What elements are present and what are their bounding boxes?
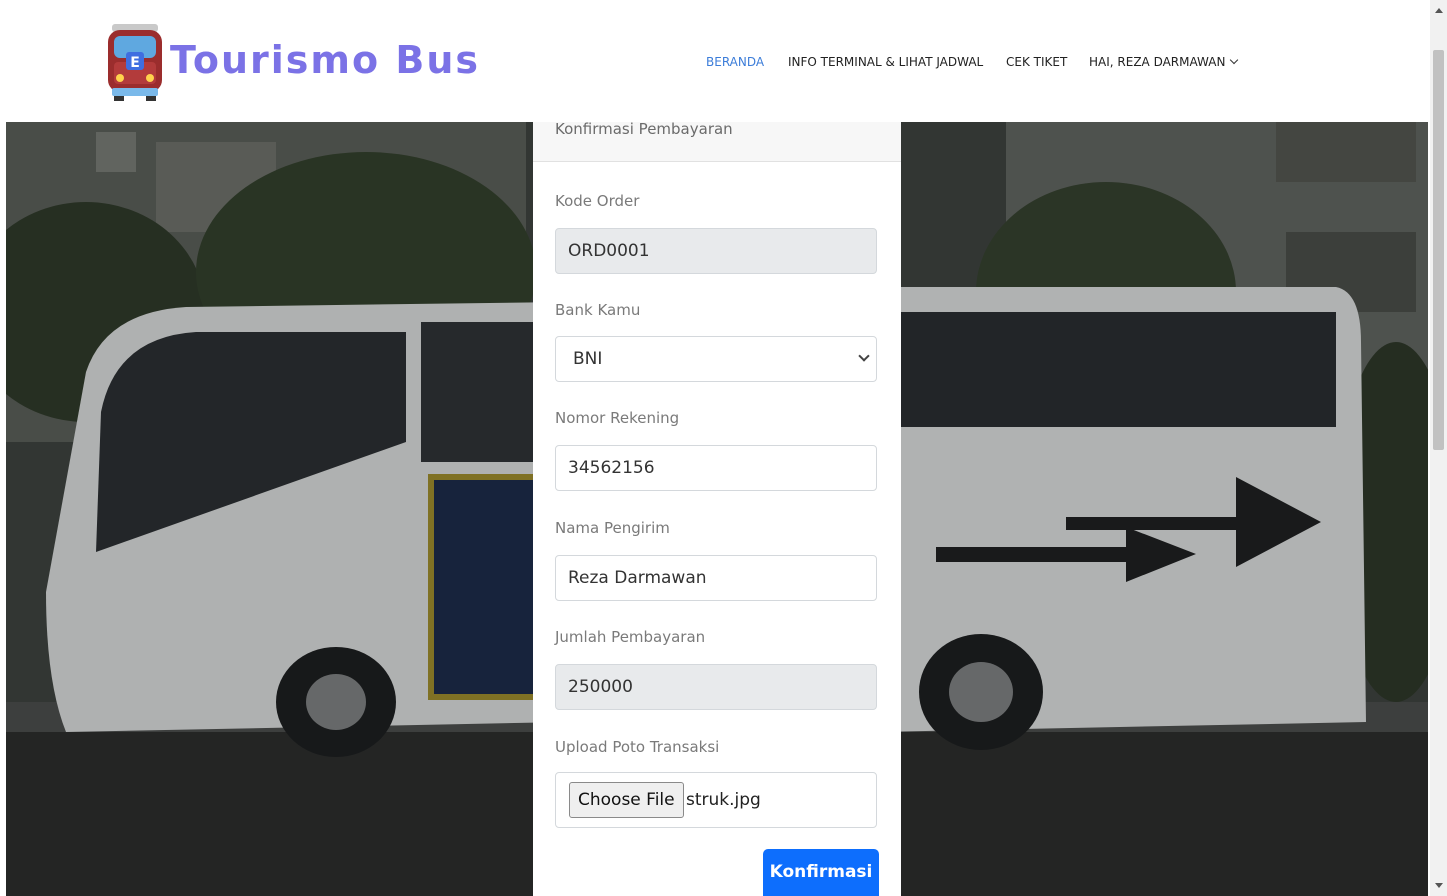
pengirim-input[interactable]: Reza Darmawan — [555, 555, 877, 601]
label-rekening: Nomor Rekening — [555, 409, 680, 427]
label-pengirim: Nama Pengirim — [555, 519, 670, 537]
bus-logo-icon[interactable]: E — [106, 22, 164, 102]
nav-item-cek-tiket[interactable]: CEK TIKET — [1006, 55, 1067, 69]
chevron-down-icon — [1230, 55, 1239, 65]
card-title: Konfirmasi Pembayaran — [555, 120, 733, 138]
chevron-down-icon — [858, 350, 870, 362]
choose-file-button[interactable]: Choose File — [569, 782, 684, 818]
bank-select[interactable]: BNI — [555, 336, 877, 382]
label-kode-order: Kode Order — [555, 192, 640, 210]
scrollbar-thumb[interactable] — [1433, 50, 1444, 450]
konfirmasi-button[interactable]: Konfirmasi — [763, 849, 879, 896]
bank-select-value: BNI — [573, 349, 603, 369]
selected-file-name: struk.jpg — [686, 790, 761, 810]
kode-order-field: ORD0001 — [555, 228, 877, 274]
site-header: E Tourismo Bus BERANDA INFO TERMINAL & L… — [0, 0, 1430, 122]
nav-item-user-menu[interactable]: HAI, REZA DARMAWAN — [1089, 55, 1239, 69]
label-bank: Bank Kamu — [555, 301, 641, 319]
label-upload: Upload Poto Transaksi — [555, 738, 720, 756]
label-jumlah: Jumlah Pembayaran — [555, 628, 706, 646]
nav-item-beranda[interactable]: BERANDA — [706, 55, 764, 69]
page-scrollbar[interactable] — [1430, 0, 1447, 896]
scroll-down-icon[interactable] — [1435, 883, 1443, 888]
card-header: Konfirmasi Pembayaran — [533, 120, 901, 162]
jumlah-field: 250000 — [555, 664, 877, 710]
svg-text:E: E — [130, 55, 140, 71]
rekening-input[interactable]: 34562156 — [555, 445, 877, 491]
scroll-up-icon[interactable] — [1435, 8, 1443, 13]
payment-confirmation-card: Konfirmasi Pembayaran Kode Order ORD0001… — [533, 120, 901, 896]
nav-item-info-terminal[interactable]: INFO TERMINAL & LIHAT JADWAL — [788, 55, 983, 69]
user-menu-label: HAI, REZA DARMAWAN — [1089, 55, 1226, 69]
brand-name[interactable]: Tourismo Bus — [170, 38, 480, 82]
upload-file-input[interactable]: Choose File struk.jpg — [555, 772, 877, 828]
